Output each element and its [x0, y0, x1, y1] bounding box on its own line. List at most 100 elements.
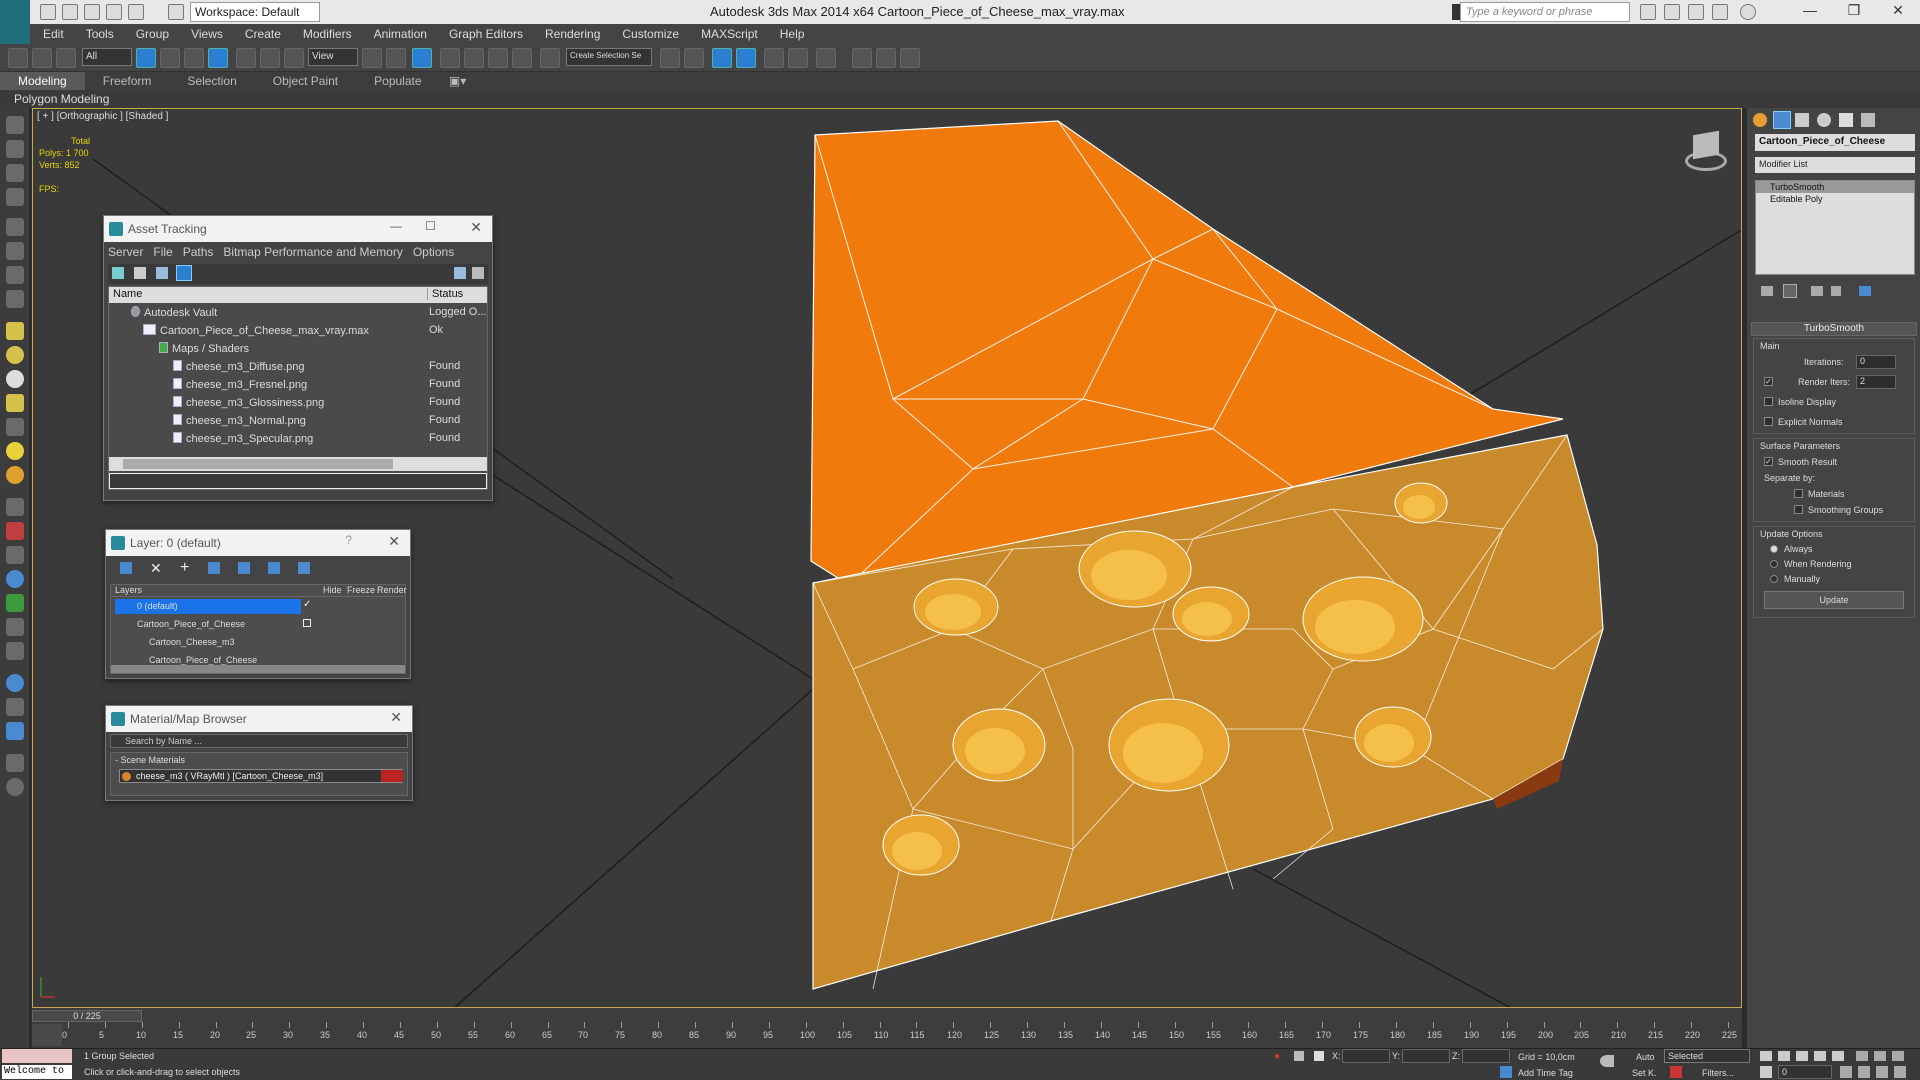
help-icon[interactable]: [454, 267, 466, 279]
percent-snap-icon[interactable]: [488, 48, 508, 68]
edit-named-sel-icon[interactable]: [540, 48, 560, 68]
show-end-result-icon[interactable]: [1783, 284, 1797, 298]
menu-paths[interactable]: Paths: [183, 245, 214, 259]
table-icon[interactable]: [156, 267, 168, 279]
named-selection-dropdown[interactable]: Create Selection Se: [566, 48, 652, 66]
minimize-icon[interactable]: —: [390, 219, 402, 233]
rectangle-icon[interactable]: [6, 322, 24, 340]
x-coord-field[interactable]: [1342, 1049, 1390, 1063]
menu-views[interactable]: Views: [180, 24, 234, 44]
sun-icon[interactable]: [6, 442, 24, 460]
new-layer-icon[interactable]: [120, 562, 132, 574]
ribbon-options-icon[interactable]: ▣▾: [443, 72, 472, 90]
viewcube[interactable]: [1677, 130, 1731, 171]
z-coord-field[interactable]: [1462, 1049, 1510, 1063]
biped-icon[interactable]: [6, 618, 24, 636]
menu-rendering[interactable]: Rendering: [534, 24, 611, 44]
omni-light-icon[interactable]: [6, 466, 24, 484]
close-button[interactable]: ✕: [1880, 2, 1916, 22]
sphere-icon[interactable]: [6, 346, 24, 364]
remove-modifier-icon[interactable]: [1831, 286, 1841, 296]
key-filter-dropdown[interactable]: Selected: [1664, 1049, 1750, 1063]
window-crossing-icon[interactable]: [208, 48, 228, 68]
smoothing-groups-checkbox[interactable]: [1794, 505, 1803, 514]
display-icon[interactable]: [6, 754, 24, 772]
grid-icon[interactable]: [6, 164, 24, 182]
angle-snap-icon[interactable]: [464, 48, 484, 68]
play-icon[interactable]: [1796, 1051, 1808, 1061]
torus-icon[interactable]: [6, 370, 24, 388]
search-expand-icon[interactable]: [1452, 4, 1460, 20]
ref-coord-dropdown[interactable]: View: [308, 48, 358, 66]
material-search-input[interactable]: Search by Name ...: [110, 734, 408, 748]
helper-icon[interactable]: [6, 218, 24, 236]
create-tab-icon[interactable]: [1753, 113, 1767, 127]
layer-row[interactable]: Cartoon_Cheese_m3: [115, 635, 359, 650]
auto-key-button[interactable]: Auto: [1636, 1052, 1655, 1062]
time-config-icon[interactable]: [1840, 1066, 1852, 1078]
list-icon[interactable]: [134, 267, 146, 279]
layer-manager-icon[interactable]: [736, 48, 756, 68]
bone-icon[interactable]: [6, 498, 24, 516]
zoom-extents-icon[interactable]: [1892, 1051, 1904, 1061]
cone-icon[interactable]: [6, 418, 24, 436]
open-icon[interactable]: [62, 4, 78, 20]
col-status[interactable]: Status: [427, 288, 463, 300]
add-time-tag-label[interactable]: Add Time Tag: [1518, 1068, 1573, 1078]
new-icon[interactable]: [40, 4, 56, 20]
render-setup-icon[interactable]: [852, 48, 872, 68]
world-icon[interactable]: [6, 674, 24, 692]
menu-maxscript[interactable]: MAXScript: [690, 24, 769, 44]
update-button[interactable]: Update: [1764, 591, 1904, 609]
asset-tracking-header[interactable]: Asset Tracking — ☐ ✕: [104, 216, 492, 242]
minimize-button[interactable]: —: [1792, 2, 1828, 22]
settings-icon[interactable]: [472, 267, 484, 279]
shape-icon[interactable]: [6, 242, 24, 260]
manually-radio[interactable]: [1770, 575, 1778, 583]
table-row[interactable]: Cartoon_Piece_of_Cheese_max_vray.max Ok: [109, 322, 487, 340]
col-freeze[interactable]: Freeze: [347, 585, 375, 595]
table-row[interactable]: cheese_m3_Glossiness.png Found: [109, 394, 487, 412]
geometry-icon[interactable]: [6, 290, 24, 308]
current-layer-toggle[interactable]: [303, 619, 311, 627]
hide-all-icon[interactable]: [268, 562, 280, 574]
asset-path-field[interactable]: [109, 473, 487, 489]
smooth-result-checkbox[interactable]: ✓: [1764, 457, 1773, 466]
set-key-icon[interactable]: [1600, 1055, 1614, 1067]
pivot-center-icon[interactable]: [362, 48, 382, 68]
maxscript-listener[interactable]: Welcome to: [2, 1065, 72, 1079]
explicit-normals-checkbox[interactable]: [1764, 417, 1773, 426]
table-row[interactable]: cheese_m3_Normal.png Found: [109, 412, 487, 430]
always-radio[interactable]: [1770, 545, 1778, 553]
pin-stack-icon[interactable]: [1761, 286, 1773, 296]
spinner-snap-icon[interactable]: [512, 48, 532, 68]
mirror-icon[interactable]: [660, 48, 680, 68]
table-row[interactable]: cheese_m3_Specular.png Found: [109, 430, 487, 448]
binoculars-icon[interactable]: [1640, 4, 1656, 20]
zoom-all-icon[interactable]: [1874, 1051, 1886, 1061]
move-icon[interactable]: [236, 48, 256, 68]
table-row[interactable]: cheese_m3_Fresnel.png Found: [109, 376, 487, 394]
redo-icon[interactable]: [128, 4, 144, 20]
y-coord-field[interactable]: [1402, 1049, 1450, 1063]
filters-button[interactable]: Filters...: [1702, 1068, 1734, 1078]
scene-explorer-icon[interactable]: [712, 48, 732, 68]
refresh-icon[interactable]: [112, 267, 124, 279]
grid-view-icon[interactable]: [176, 265, 192, 281]
favorites-icon[interactable]: [1712, 4, 1728, 20]
select-objects-icon[interactable]: [208, 562, 220, 574]
spline-icon[interactable]: [6, 522, 24, 540]
maximize-viewport-icon[interactable]: [1894, 1066, 1906, 1078]
col-render[interactable]: Render: [377, 585, 407, 595]
previous-frame-icon[interactable]: [1778, 1051, 1790, 1061]
menu-customize[interactable]: Customize: [611, 24, 690, 44]
hierarchy-icon[interactable]: [6, 698, 24, 716]
unlink-icon[interactable]: [32, 48, 52, 68]
render-iters-checkbox[interactable]: ✓: [1764, 377, 1773, 386]
curve-editor-icon[interactable]: [788, 48, 808, 68]
time-tag-icon[interactable]: [1500, 1066, 1512, 1078]
col-hide[interactable]: Hide: [323, 585, 342, 595]
table-row[interactable]: Autodesk Vault Logged O...: [109, 304, 487, 322]
light-icon[interactable]: [6, 266, 24, 284]
materials-checkbox[interactable]: [1794, 489, 1803, 498]
